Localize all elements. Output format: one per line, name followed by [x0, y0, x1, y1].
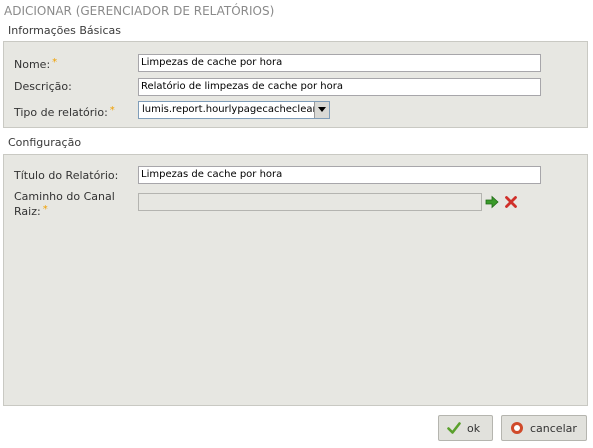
select-arrow-icon[interactable] — [485, 195, 499, 209]
root-channel-label-line1: Caminho do Canal — [14, 190, 115, 203]
report-type-select[interactable]: lumis.report.hourlypagecacheclear — [138, 101, 330, 119]
cancel-button[interactable]: cancelar — [501, 415, 587, 441]
window-title: ADICIONAR (GERENCIADOR DE RELATÓRIOS) — [4, 4, 275, 18]
section-header-config: Configuração — [8, 136, 82, 149]
report-type-label: Tipo de relatório: * — [14, 105, 115, 119]
required-mark: * — [109, 105, 115, 116]
description-label: Descrição: — [14, 80, 72, 93]
ok-label: ok — [467, 421, 481, 435]
root-channel-label-line2: Raiz: * — [14, 204, 48, 218]
clear-x-icon[interactable] — [504, 195, 518, 209]
required-mark: * — [42, 204, 48, 215]
name-label: Nome: * — [14, 57, 58, 71]
ok-button[interactable]: ok — [438, 415, 493, 441]
report-type-selected: lumis.report.hourlypagecacheclear — [142, 104, 317, 115]
cancel-label: cancelar — [530, 421, 577, 435]
basic-panel: Nome: * Limpezas de cache por hora Descri… — [3, 41, 588, 128]
root-channel-field — [138, 193, 482, 211]
required-mark: * — [52, 57, 58, 68]
report-title-field[interactable]: Limpezas de cache por hora — [138, 166, 541, 184]
section-header-basic: Informações Básicas — [8, 24, 121, 37]
dropdown-arrow-icon[interactable] — [314, 102, 329, 118]
config-panel: Título do Relatório: Limpezas de cache p… — [3, 154, 588, 406]
cancel-circle-icon — [511, 422, 523, 434]
root-channel-label: Caminho do Canal Raiz: * — [14, 190, 115, 218]
description-field[interactable]: Relatório de limpezas de cache por hora — [138, 78, 541, 96]
check-icon — [447, 422, 461, 434]
report-title-label: Título do Relatório: — [14, 169, 119, 182]
name-field[interactable]: Limpezas de cache por hora — [138, 54, 541, 72]
